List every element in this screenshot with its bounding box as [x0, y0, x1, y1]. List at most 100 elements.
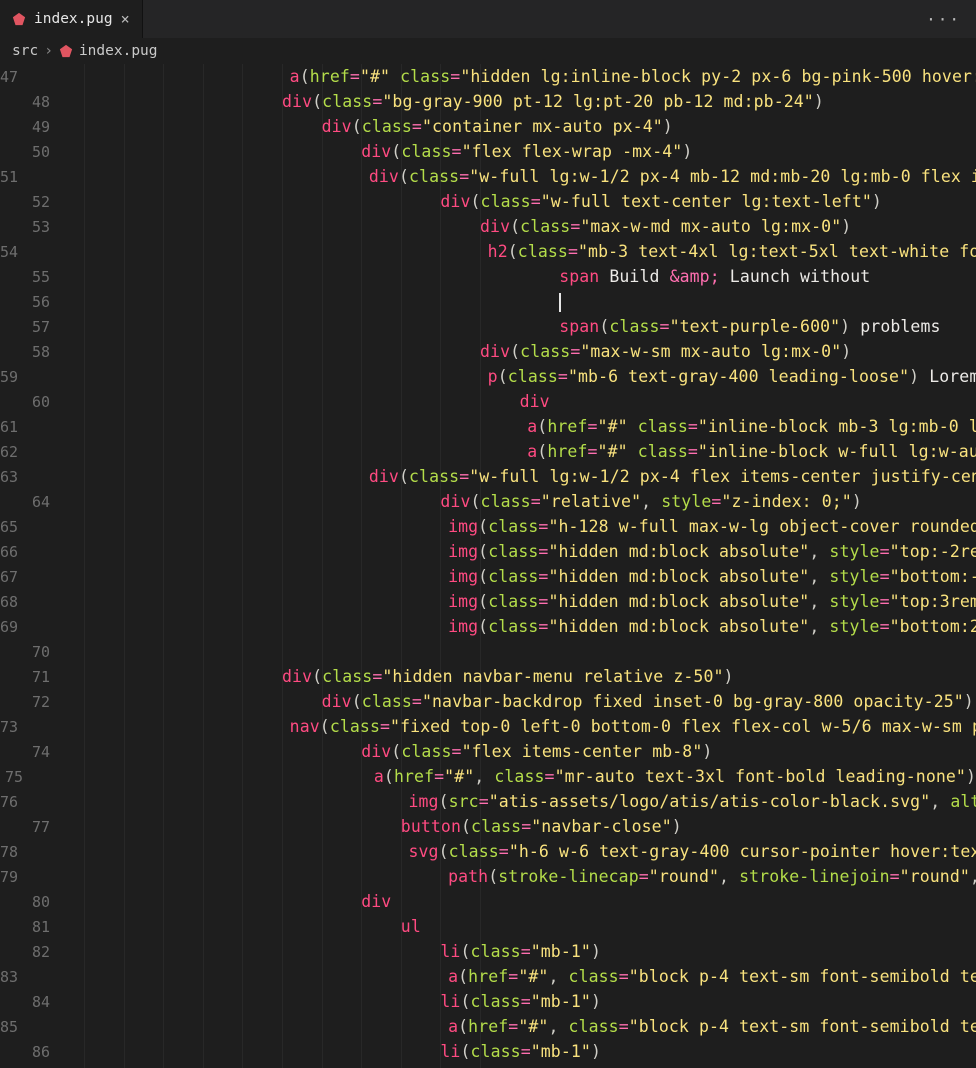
code-line[interactable]: 71div(class="hidden navbar-menu relative…	[0, 664, 976, 689]
code-line[interactable]: 57span(class="text-purple-600") problems	[0, 314, 976, 339]
code-line[interactable]: 83a(href="#", class="block p-4 text-sm f…	[0, 964, 976, 989]
close-icon[interactable]: ×	[121, 10, 130, 28]
code-line[interactable]: 52div(class="w-full text-center lg:text-…	[0, 189, 976, 214]
line-content[interactable]: a(href="#" class="inline-block w-full lg…	[36, 442, 976, 461]
code-line[interactable]: 82li(class="mb-1")	[0, 939, 976, 964]
code-line[interactable]: 81ul	[0, 914, 976, 939]
line-content[interactable]: span Build &amp; Launch without	[68, 267, 870, 286]
code-line[interactable]: 80div	[0, 889, 976, 914]
code-line[interactable]: 77button(class="navbar-close")	[0, 814, 976, 839]
code-lines: 47a(href="#" class="hidden lg:inline-blo…	[0, 64, 976, 1064]
line-content[interactable]: a(href="#", class="block p-4 text-sm fon…	[36, 967, 976, 986]
line-content[interactable]: img(class="hidden md:block absolute", st…	[36, 542, 976, 561]
line-content[interactable]: div	[68, 392, 550, 411]
line-content[interactable]: div(class="container mx-auto px-4")	[68, 117, 673, 136]
line-content[interactable]: svg(class="h-6 w-6 text-gray-400 cursor-…	[36, 842, 976, 861]
line-content[interactable]: h2(class="mb-3 text-4xl lg:text-5xl text…	[36, 242, 976, 261]
line-number: 72	[0, 693, 68, 711]
line-content[interactable]: li(class="mb-1")	[68, 1042, 601, 1061]
line-content[interactable]: button(class="navbar-close")	[68, 817, 682, 836]
code-line[interactable]: 53div(class="max-w-md mx-auto lg:mx-0")	[0, 214, 976, 239]
line-content[interactable]: div(class="max-w-sm mx-auto lg:mx-0")	[68, 342, 851, 361]
code-line[interactable]: 79path(stroke-linecap="round", stroke-li…	[0, 864, 976, 889]
line-content[interactable]: div	[68, 892, 391, 911]
line-content[interactable]: path(stroke-linecap="round", stroke-line…	[36, 867, 976, 886]
code-line[interactable]: 61a(href="#" class="inline-block mb-3 lg…	[0, 414, 976, 439]
line-content[interactable]: img(class="hidden md:block absolute", st…	[36, 592, 976, 611]
code-line[interactable]: 56	[0, 289, 976, 314]
line-content[interactable]: div(class="w-full lg:w-1/2 px-4 mb-12 md…	[36, 167, 976, 186]
code-line[interactable]: 48div(class="bg-gray-900 pt-12 lg:pt-20 …	[0, 89, 976, 114]
code-line[interactable]: 72div(class="navbar-backdrop fixed inset…	[0, 689, 976, 714]
code-line[interactable]: 75a(href="#", class="mr-auto text-3xl fo…	[0, 764, 976, 789]
line-number: 48	[0, 93, 68, 111]
line-content[interactable]: img(class="hidden md:block absolute", st…	[36, 617, 976, 636]
code-line[interactable]: 70	[0, 639, 976, 664]
code-line[interactable]: 51div(class="w-full lg:w-1/2 px-4 mb-12 …	[0, 164, 976, 189]
code-line[interactable]: 86li(class="mb-1")	[0, 1039, 976, 1064]
code-line[interactable]: 54h2(class="mb-3 text-4xl lg:text-5xl te…	[0, 239, 976, 264]
line-number: 74	[0, 743, 68, 761]
line-number: 67	[0, 568, 36, 586]
breadcrumb-file[interactable]: index.pug	[79, 43, 158, 59]
code-line[interactable]: 67img(class="hidden md:block absolute", …	[0, 564, 976, 589]
line-content[interactable]: ul	[68, 917, 421, 936]
line-number: 66	[0, 543, 36, 561]
code-line[interactable]: 74div(class="flex items-center mb-8")	[0, 739, 976, 764]
line-content[interactable]: p(class="mb-6 text-gray-400 leading-loos…	[36, 367, 976, 386]
code-line[interactable]: 78svg(class="h-6 w-6 text-gray-400 curso…	[0, 839, 976, 864]
code-line[interactable]: 58div(class="max-w-sm mx-auto lg:mx-0")	[0, 339, 976, 364]
line-content[interactable]: div(class="flex flex-wrap -mx-4")	[68, 142, 692, 161]
line-content[interactable]: div(class="w-full text-center lg:text-le…	[68, 192, 882, 211]
line-content[interactable]: div(class="max-w-md mx-auto lg:mx-0")	[68, 217, 851, 236]
code-line[interactable]: 64div(class="relative", style="z-index: …	[0, 489, 976, 514]
line-number: 51	[0, 168, 36, 186]
code-line[interactable]: 65img(class="h-128 w-full max-w-lg objec…	[0, 514, 976, 539]
code-line[interactable]: 76img(src="atis-assets/logo/atis/atis-co…	[0, 789, 976, 814]
code-editor[interactable]: 47a(href="#" class="hidden lg:inline-blo…	[0, 64, 976, 1068]
line-content[interactable]: nav(class="fixed top-0 left-0 bottom-0 f…	[36, 717, 976, 736]
line-content[interactable]: div(class="relative", style="z-index: 0;…	[68, 492, 862, 511]
line-content[interactable]: a(href="#", class="mr-auto text-3xl font…	[41, 767, 976, 786]
line-content[interactable]: div(class="w-full lg:w-1/2 px-4 flex ite…	[36, 467, 976, 486]
line-content[interactable]: div(class="bg-gray-900 pt-12 lg:pt-20 pb…	[68, 92, 824, 111]
chevron-right-icon: ›	[44, 43, 53, 59]
line-content[interactable]: img(src="atis-assets/logo/atis/atis-colo…	[36, 792, 976, 811]
code-line[interactable]: 84li(class="mb-1")	[0, 989, 976, 1014]
tab-bar: index.pug × ···	[0, 0, 976, 38]
line-number: 61	[0, 418, 36, 436]
code-line[interactable]: 47a(href="#" class="hidden lg:inline-blo…	[0, 64, 976, 89]
editor-tab[interactable]: index.pug ×	[0, 0, 143, 38]
line-content[interactable]: div(class="flex items-center mb-8")	[68, 742, 712, 761]
line-content[interactable]: div(class="hidden navbar-menu relative z…	[68, 667, 734, 686]
code-line[interactable]: 60div	[0, 389, 976, 414]
code-line[interactable]: 55span Build &amp; Launch without	[0, 264, 976, 289]
line-content[interactable]: a(href="#" class="hidden lg:inline-block…	[36, 67, 976, 86]
tab-filename: index.pug	[34, 11, 113, 27]
code-line[interactable]: 66img(class="hidden md:block absolute", …	[0, 539, 976, 564]
code-line[interactable]: 50div(class="flex flex-wrap -mx-4")	[0, 139, 976, 164]
code-line[interactable]: 69img(class="hidden md:block absolute", …	[0, 614, 976, 639]
code-line[interactable]: 85a(href="#", class="block p-4 text-sm f…	[0, 1014, 976, 1039]
code-line[interactable]: 63div(class="w-full lg:w-1/2 px-4 flex i…	[0, 464, 976, 489]
line-content[interactable]	[68, 292, 561, 312]
code-line[interactable]: 68img(class="hidden md:block absolute", …	[0, 589, 976, 614]
line-content[interactable]: li(class="mb-1")	[68, 992, 601, 1011]
line-number: 73	[0, 718, 36, 736]
line-content[interactable]: img(class="hidden md:block absolute", st…	[36, 567, 976, 586]
line-content[interactable]: a(href="#" class="inline-block mb-3 lg:m…	[36, 417, 976, 436]
line-number: 71	[0, 668, 68, 686]
code-line[interactable]: 73nav(class="fixed top-0 left-0 bottom-0…	[0, 714, 976, 739]
line-content[interactable]: span(class="text-purple-600") problems	[68, 317, 941, 336]
line-number: 81	[0, 918, 68, 936]
line-content[interactable]: li(class="mb-1")	[68, 942, 601, 961]
line-content[interactable]: img(class="h-128 w-full max-w-lg object-…	[36, 517, 976, 536]
line-content[interactable]: div(class="navbar-backdrop fixed inset-0…	[68, 692, 974, 711]
breadcrumb-folder[interactable]: src	[12, 43, 38, 59]
line-number: 58	[0, 343, 68, 361]
tab-overflow-button[interactable]: ···	[911, 0, 976, 38]
line-content[interactable]: a(href="#", class="block p-4 text-sm fon…	[36, 1017, 976, 1036]
code-line[interactable]: 49div(class="container mx-auto px-4")	[0, 114, 976, 139]
code-line[interactable]: 62a(href="#" class="inline-block w-full …	[0, 439, 976, 464]
code-line[interactable]: 59p(class="mb-6 text-gray-400 leading-lo…	[0, 364, 976, 389]
